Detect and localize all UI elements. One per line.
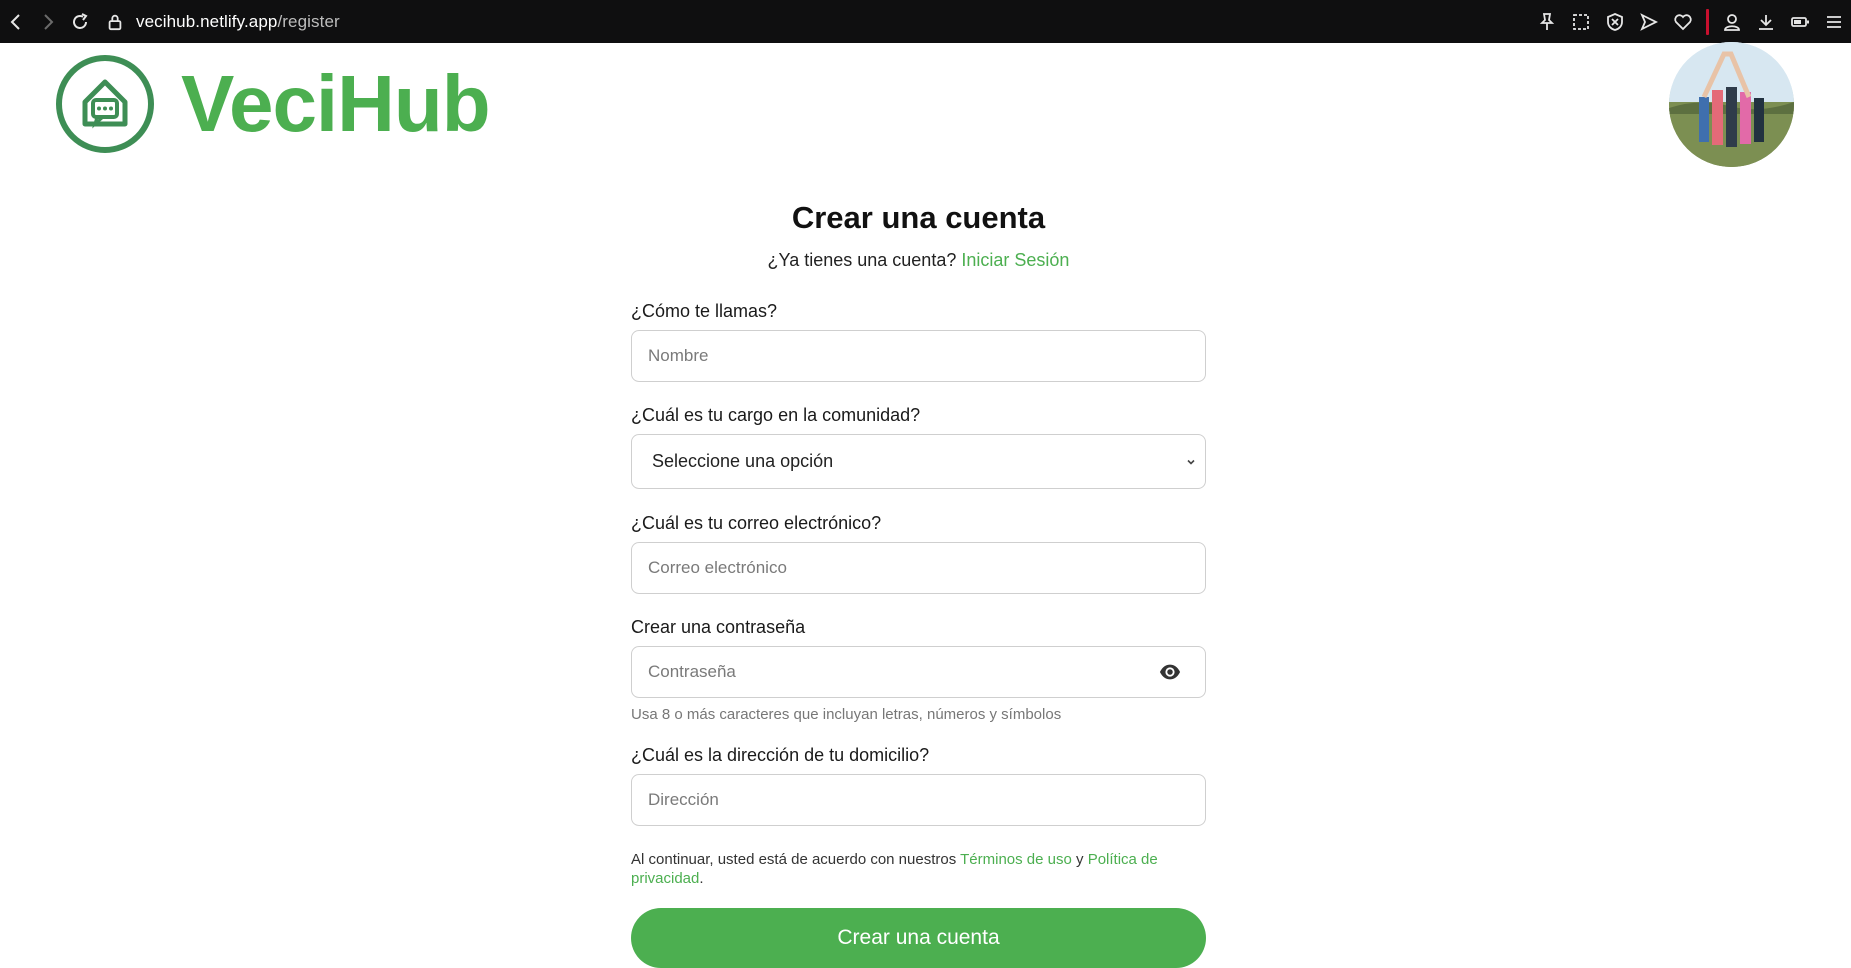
eye-icon[interactable] — [1159, 661, 1181, 683]
name-input[interactable]: Nombre — [631, 330, 1206, 382]
terms-notice: Al continuar, usted está de acuerdo con … — [631, 850, 1206, 888]
profile-icon[interactable] — [1721, 11, 1743, 33]
brand-logo[interactable]: VeciHub — [55, 54, 491, 154]
page-title: Crear una cuenta — [791, 200, 1046, 235]
address-bar[interactable]: vecihub.netlify.app/register — [104, 11, 340, 33]
url-host: vecihub.netlify.app — [136, 11, 278, 31]
address-field-group: ¿Cuál es la dirección de tu domicilio? D… — [631, 745, 1206, 826]
password-placeholder: Contraseña — [648, 662, 736, 681]
terms-link[interactable]: Términos de uso — [960, 851, 1072, 868]
battery-icon[interactable] — [1789, 11, 1811, 33]
browser-toolbar: vecihub.netlify.app/register — [0, 0, 1851, 43]
reload-icon[interactable] — [64, 0, 96, 43]
chevron-down-icon — [1187, 459, 1195, 465]
avatar[interactable] — [1669, 42, 1794, 167]
role-select[interactable]: Seleccione una opción — [631, 434, 1206, 489]
name-placeholder: Nombre — [648, 346, 709, 365]
address-label: ¿Cuál es la dirección de tu domicilio? — [631, 745, 930, 765]
email-placeholder: Correo electrónico — [648, 558, 787, 577]
brand-name: VeciHub — [181, 59, 491, 148]
url-path: /register — [277, 11, 340, 31]
screenshot-icon[interactable] — [1570, 11, 1592, 33]
terms-and: y — [1076, 851, 1084, 868]
role-label: ¿Cuál es tu cargo en la comunidad? — [631, 405, 921, 425]
terms-prefix: Al continuar, usted está de acuerdo con … — [631, 851, 957, 868]
forward-icon[interactable] — [32, 0, 64, 43]
browser-toolbar-icons — [1536, 0, 1845, 43]
send-icon[interactable] — [1638, 11, 1660, 33]
login-link[interactable]: Iniciar Sesión — [961, 250, 1069, 270]
password-field-group: Crear una contraseña Contraseña Usa 8 o … — [631, 617, 1206, 723]
heart-icon[interactable] — [1672, 11, 1694, 33]
password-input[interactable]: Contraseña — [631, 646, 1206, 698]
password-label: Crear una contraseña — [631, 617, 806, 637]
role-field-group: ¿Cuál es tu cargo en la comunidad? Selec… — [631, 405, 1206, 489]
back-icon[interactable] — [0, 0, 32, 43]
role-selected-value: Seleccione una opción — [652, 451, 834, 471]
house-chat-icon — [56, 55, 154, 153]
group-photo — [1669, 42, 1794, 167]
email-label: ¿Cuál es tu correo electrónico? — [631, 513, 882, 533]
download-icon[interactable] — [1755, 11, 1777, 33]
lock-icon — [104, 11, 126, 33]
toolbar-separator — [1706, 8, 1709, 35]
pin-icon[interactable] — [1536, 11, 1558, 33]
menu-icon[interactable] — [1823, 11, 1845, 33]
email-input[interactable]: Correo electrónico — [631, 542, 1206, 594]
address-placeholder: Dirección — [648, 790, 719, 809]
password-hint: Usa 8 o más caracteres que incluyan letr… — [631, 706, 1062, 723]
email-field-group: ¿Cuál es tu correo electrónico? Correo e… — [631, 513, 1206, 594]
terms-suffix: . — [699, 870, 704, 888]
address-input[interactable]: Dirección — [631, 774, 1206, 826]
have-account-text: ¿Ya tienes una cuenta? — [767, 250, 957, 270]
register-form: Crear una cuenta ¿Ya tienes una cuenta? … — [631, 200, 1206, 968]
shield-icon[interactable] — [1604, 11, 1626, 33]
create-account-button[interactable]: Crear una cuenta — [631, 908, 1206, 968]
login-prompt: ¿Ya tienes una cuenta? Iniciar Sesión — [631, 250, 1206, 271]
name-label: ¿Cómo te llamas? — [631, 301, 778, 321]
url-text: vecihub.netlify.app/register — [136, 12, 340, 32]
name-field-group: ¿Cómo te llamas? Nombre — [631, 301, 1206, 382]
